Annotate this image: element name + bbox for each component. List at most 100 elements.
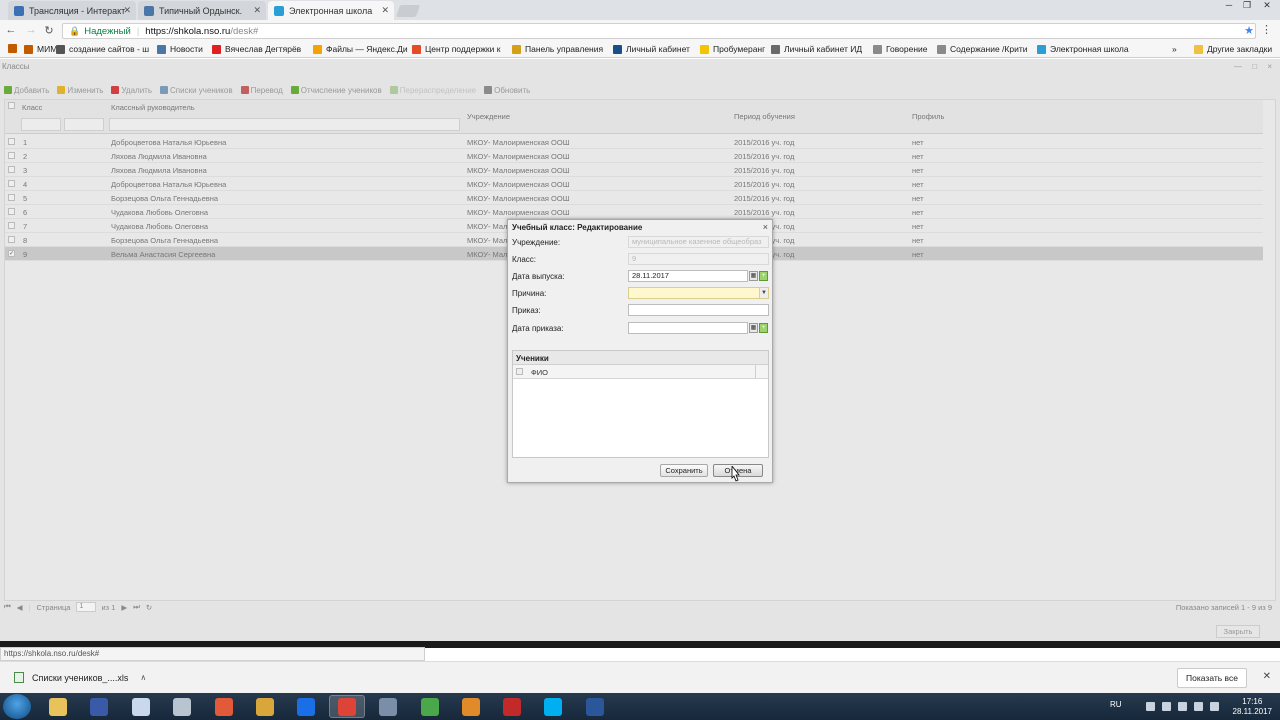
taskbar-app-word[interactable] <box>577 695 613 718</box>
row-checkbox[interactable] <box>8 180 15 187</box>
taskbar-app-folder[interactable] <box>123 695 159 718</box>
table-row[interactable]: 2 Ляхова Людмила Ивановна МКОУ- Малоирменс… <box>5 149 1263 163</box>
restore-window-icon[interactable]: ❐ <box>1238 0 1256 12</box>
next-page-icon[interactable]: ▶ <box>121 603 127 612</box>
col-class[interactable]: Класс <box>22 103 42 112</box>
row-checkbox[interactable] <box>8 236 15 243</box>
students-select-all-checkbox[interactable] <box>516 368 523 375</box>
back-icon[interactable]: ← <box>4 24 18 36</box>
download-item[interactable]: Списки учеников_....xls ∧ <box>14 672 146 683</box>
first-page-icon[interactable]: ⏮ <box>4 602 11 612</box>
taskbar-app-explorer[interactable] <box>40 695 76 718</box>
graduation-date-field[interactable]: 28.11.2017 <box>628 270 748 282</box>
row-checkbox[interactable] <box>8 194 15 201</box>
bookmark-item[interactable]: Личный кабинет ИД <box>771 44 862 54</box>
address-bar[interactable]: 🔒 Надежный | https://shkola.nso.ru /desk… <box>62 23 1256 39</box>
col-teacher[interactable]: Классный руководитель <box>111 103 195 112</box>
close-window-icon[interactable]: ✕ <box>1258 0 1276 12</box>
toolbar-button[interactable]: Обновить <box>484 86 530 95</box>
bookmark-item[interactable]: Центр поддержки к <box>412 44 500 54</box>
other-bookmarks[interactable]: Другие закладки <box>1194 44 1272 54</box>
taskbar-app-teamviewer[interactable] <box>288 695 324 718</box>
bookmarks-more-icon[interactable]: » <box>1172 44 1177 54</box>
row-checkbox[interactable] <box>8 208 15 215</box>
toolbar-button[interactable]: Отчисление учеников <box>290 86 382 95</box>
table-row[interactable]: 3 Ляхова Людмила Ивановна МКОУ- Малоирменс… <box>5 163 1263 177</box>
taskbar-app-system[interactable] <box>164 695 200 718</box>
show-all-button[interactable]: Показать все <box>1177 668 1247 688</box>
row-checkbox[interactable] <box>8 152 15 159</box>
col-school[interactable]: Учреждение <box>467 112 510 121</box>
taskbar-app-paint[interactable] <box>206 695 242 718</box>
save-button[interactable]: Сохранить <box>660 464 708 477</box>
bookmark-item[interactable]: Файлы — Яндекс.Ди <box>313 44 408 54</box>
tab-close-icon[interactable]: ✕ <box>123 5 131 16</box>
bookmark-star-icon[interactable]: ★ <box>1244 24 1254 37</box>
tray-network-icon[interactable] <box>1194 702 1203 711</box>
bookmark-item[interactable]: Личный кабинет <box>613 44 690 54</box>
last-page-icon[interactable]: ⏭ <box>133 602 140 612</box>
reason-select[interactable]: ▼ <box>628 287 769 299</box>
toolbar-button[interactable]: Добавить <box>4 86 49 95</box>
toolbar-button[interactable]: Списки учеников <box>160 86 233 95</box>
refresh-icon[interactable]: ↻ <box>146 603 152 612</box>
toolbar-button[interactable]: Удалить <box>111 86 152 95</box>
tray-monitor-icon[interactable] <box>1178 702 1187 711</box>
browser-menu-icon[interactable]: ⋮ <box>1261 23 1272 36</box>
order-calendar-add-icon[interactable]: + <box>759 323 768 333</box>
panel-window-controls[interactable]: — □ × <box>1234 62 1276 71</box>
table-row[interactable]: 1 Доброцветова Наталья Юрьевна МКОУ- Малои… <box>5 135 1263 149</box>
tray-keyboard-icon[interactable] <box>1146 702 1155 711</box>
new-tab-button[interactable] <box>395 5 421 17</box>
toolbar-button[interactable]: Изменить <box>57 86 103 95</box>
prev-page-icon[interactable]: ◀ <box>17 603 23 612</box>
filter-teacher-input[interactable] <box>109 118 460 131</box>
bookmark-apps-icon[interactable] <box>8 44 21 53</box>
calendar-icon[interactable]: ▦ <box>749 271 758 281</box>
taskbar-app-skype[interactable] <box>535 695 571 718</box>
col-period[interactable]: Период обучения <box>734 112 795 121</box>
tab-translyatsiya[interactable]: Трансляция - Интеракт ✕ <box>8 1 136 20</box>
dialog-close-icon[interactable]: × <box>763 222 768 232</box>
reload-icon[interactable]: ↻ <box>42 24 56 37</box>
taskbar-app-pen[interactable] <box>453 695 489 718</box>
tray-volume-icon[interactable] <box>1210 702 1219 711</box>
minimize-window-icon[interactable]: ─ <box>1220 0 1238 12</box>
chevron-up-icon[interactable]: ∧ <box>140 673 146 682</box>
tray-flag-icon[interactable] <box>1162 702 1171 711</box>
start-button[interactable] <box>3 694 31 719</box>
forward-icon[interactable]: → <box>24 24 38 36</box>
table-row[interactable]: 4 Доброцветова Наталья Юрьевна МКОУ- Малои… <box>5 177 1263 191</box>
taskbar-app-save[interactable] <box>81 695 117 718</box>
filter-class-input[interactable] <box>21 118 61 131</box>
language-indicator[interactable]: RU <box>1110 700 1122 709</box>
bookmark-item[interactable]: создание сайтов - ш <box>56 44 149 54</box>
close-panel-button[interactable]: Закрыть <box>1216 625 1260 638</box>
tab-close-icon[interactable]: ✕ <box>253 5 261 16</box>
row-checkbox[interactable] <box>8 138 15 145</box>
toolbar-button[interactable]: Перевод <box>240 86 283 95</box>
row-checkbox[interactable] <box>8 166 15 173</box>
page-input[interactable]: 1 <box>76 602 97 612</box>
select-all-checkbox[interactable] <box>8 102 15 109</box>
bookmark-item[interactable]: Содержание /Крити <box>937 44 1027 54</box>
table-row[interactable]: 5 Борзецова Ольга Геннадьевна МКОУ- Малоир… <box>5 191 1263 205</box>
bookmark-item[interactable]: Говорение <box>873 44 928 54</box>
bookmark-item[interactable]: Электронная школа <box>1037 44 1129 54</box>
taskbar-app-mail[interactable] <box>412 695 448 718</box>
taskbar-app-chrome[interactable] <box>329 695 365 718</box>
calendar-add-icon[interactable]: + <box>759 271 768 281</box>
order-calendar-icon[interactable]: ▦ <box>749 323 758 333</box>
bookmark-item[interactable]: Панель управления <box>512 44 603 54</box>
order-field[interactable] <box>628 304 769 316</box>
taskbar-app-archive[interactable] <box>247 695 283 718</box>
close-downloads-icon[interactable]: ✕ <box>1263 671 1271 682</box>
tab-elektronnaya-shkola[interactable]: Электронная школа ✕ <box>268 1 394 20</box>
bookmark-item[interactable]: Вячеслав Дегтярёв <box>212 44 301 54</box>
bookmark-item[interactable]: Новости <box>157 44 203 54</box>
system-clock[interactable]: 17:16 28.11.2017 <box>1233 697 1272 717</box>
chevron-down-icon[interactable]: ▼ <box>759 288 768 298</box>
table-row[interactable]: 6 Чудакова Любовь Олеговна МКОУ- Малоирмен… <box>5 205 1263 219</box>
row-checkbox[interactable] <box>8 222 15 229</box>
tab-tipichny-ordynsk[interactable]: Типичный Ордынск. ✕ <box>138 1 266 20</box>
